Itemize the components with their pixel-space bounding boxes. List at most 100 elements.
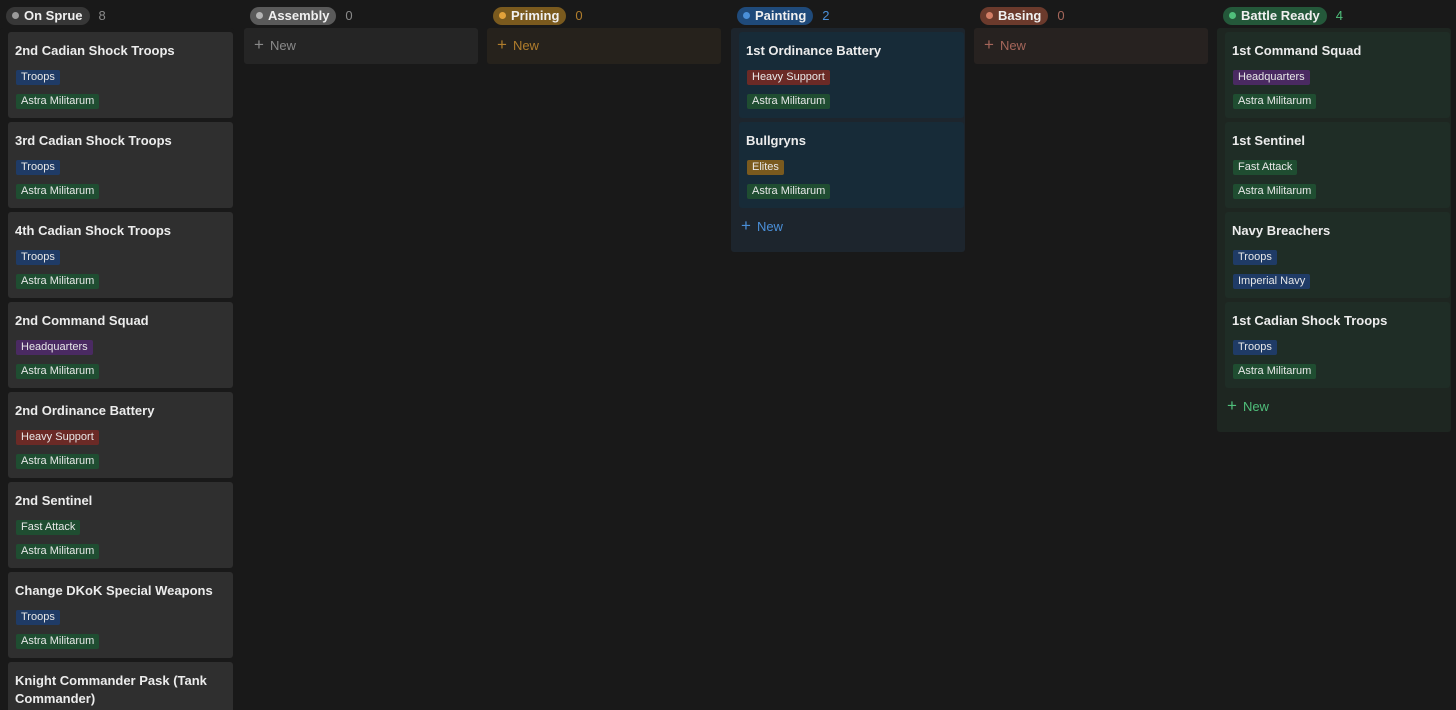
- card[interactable]: 4th Cadian Shock Troops Troops Astra Milit…: [8, 212, 233, 298]
- card-title: 3rd Cadian Shock Troops: [15, 133, 172, 148]
- tag: Troops: [16, 70, 60, 85]
- new-card-button[interactable]: + New: [254, 35, 296, 55]
- column-assembly: Assembly 0 + New: [244, 0, 480, 64]
- dot-icon: [256, 12, 263, 19]
- dot-icon: [499, 12, 506, 19]
- card[interactable]: 2nd Ordinance Battery Heavy Support Astra …: [8, 392, 233, 478]
- column-count: 0: [575, 8, 583, 23]
- new-card-label: New: [269, 37, 296, 53]
- column-count: 0: [1057, 8, 1065, 23]
- tag: Astra Militarum: [16, 454, 100, 469]
- status-pill-on-sprue[interactable]: On Sprue: [6, 6, 90, 25]
- status-pill-painting[interactable]: Painting: [737, 6, 814, 25]
- status-pill-basing[interactable]: Basing: [980, 6, 1049, 25]
- column-battle-ready: Battle Ready 4 1st Command Squad Headquarte…: [1217, 0, 1453, 432]
- plus-icon: +: [984, 35, 994, 54]
- card[interactable]: Change DKoK Special Weapons Troops Astra M…: [8, 572, 233, 658]
- new-card-label: New: [999, 37, 1026, 53]
- tag: Heavy Support: [747, 70, 830, 85]
- new-card-button[interactable]: + New: [1227, 396, 1269, 416]
- column-priming: Priming 0 + New: [487, 0, 723, 64]
- tag: Astra Militarum: [16, 364, 100, 379]
- tag: Astra Militarum: [16, 634, 100, 649]
- plus-icon: +: [1227, 396, 1237, 415]
- tag: Astra Militarum: [747, 184, 831, 199]
- tag: Fast Attack: [1233, 160, 1298, 175]
- dot-icon: [986, 12, 993, 19]
- status-label: Basing: [998, 8, 1042, 23]
- tag: Imperial Navy: [1233, 274, 1311, 289]
- card-title: Change DKoK Special Weapons: [15, 583, 213, 598]
- tag: Headquarters: [1233, 70, 1310, 85]
- kanban-board: On Sprue 8 2nd Cadian Shock Troops Troops As…: [0, 0, 1456, 710]
- card[interactable]: Knight Commander Pask (Tank Commander): [8, 662, 233, 710]
- card[interactable]: 1st Sentinel Fast Attack Astra Militarum: [1225, 122, 1450, 208]
- new-card-label: New: [756, 218, 783, 234]
- status-pill-assembly[interactable]: Assembly: [250, 6, 337, 25]
- tag: Astra Militarum: [1233, 364, 1317, 379]
- card-title: 1st Ordinance Battery: [746, 43, 882, 58]
- tag: Heavy Support: [16, 430, 99, 445]
- plus-icon: +: [741, 216, 751, 235]
- tag: Elites: [747, 160, 784, 175]
- card-title: 1st Cadian Shock Troops: [1232, 313, 1388, 328]
- tag: Astra Militarum: [16, 544, 100, 559]
- status-label: Painting: [755, 8, 807, 23]
- card-title: Navy Breachers: [1232, 223, 1331, 238]
- new-card-button[interactable]: + New: [741, 216, 783, 236]
- card[interactable]: 2nd Cadian Shock Troops Troops Astra Milit…: [8, 32, 233, 118]
- dot-icon: [1229, 12, 1236, 19]
- status-pill-priming[interactable]: Priming: [493, 6, 567, 25]
- column-on-sprue: On Sprue 8 2nd Cadian Shock Troops Troops As…: [0, 0, 236, 710]
- column-header: Assembly 0: [244, 0, 480, 31]
- column-painting: Painting 2 1st Ordinance Battery Heavy Supp…: [731, 0, 967, 252]
- tag: Astra Militarum: [16, 94, 100, 109]
- card-title: Bullgryns: [746, 133, 806, 148]
- plus-icon: +: [254, 35, 264, 54]
- tag: Troops: [16, 610, 60, 625]
- tag: Troops: [1233, 340, 1277, 355]
- tag: Astra Militarum: [1233, 184, 1317, 199]
- card[interactable]: 1st Ordinance Battery Heavy Support Astra …: [739, 32, 964, 118]
- column-basing: Basing 0 + New: [974, 0, 1210, 64]
- card[interactable]: Navy Breachers Troops Imperial Navy: [1225, 212, 1450, 298]
- tag: Troops: [1233, 250, 1277, 265]
- card[interactable]: 3rd Cadian Shock Troops Troops Astra Milit…: [8, 122, 233, 208]
- card[interactable]: 1st Cadian Shock Troops Troops Astra Milit…: [1225, 302, 1450, 388]
- plus-icon: +: [497, 35, 507, 54]
- status-label: Priming: [511, 8, 560, 23]
- dot-icon: [12, 12, 19, 19]
- column-header: Priming 0: [487, 0, 723, 31]
- tag: Astra Militarum: [747, 94, 831, 109]
- column-header: Basing 0: [974, 0, 1210, 31]
- new-card-button[interactable]: + New: [497, 35, 539, 55]
- column-header: Painting 2: [731, 0, 967, 31]
- tag: Headquarters: [16, 340, 93, 355]
- new-card-button[interactable]: + New: [984, 35, 1026, 55]
- column-count: 0: [345, 8, 353, 23]
- card[interactable]: 2nd Command Squad Headquarters Astra Milit…: [8, 302, 233, 388]
- tag: Astra Militarum: [16, 274, 100, 289]
- card[interactable]: 2nd Sentinel Fast Attack Astra Militarum: [8, 482, 233, 568]
- card-title: Knight Commander Pask (Tank Commander): [15, 673, 207, 706]
- column-count: 8: [98, 8, 106, 23]
- tag: Troops: [16, 250, 60, 265]
- tag: Fast Attack: [16, 520, 81, 535]
- card[interactable]: 1st Command Squad Headquarters Astra Milit…: [1225, 32, 1450, 118]
- status-label: Battle Ready: [1241, 8, 1320, 23]
- card[interactable]: Bullgryns Elites Astra Militarum: [739, 122, 964, 208]
- tag: Astra Militarum: [16, 184, 100, 199]
- column-count: 2: [822, 8, 830, 23]
- card-title: 4th Cadian Shock Troops: [15, 223, 172, 238]
- card-title: 1st Sentinel: [1232, 133, 1305, 148]
- status-label: Assembly: [268, 8, 330, 23]
- card-title: 2nd Cadian Shock Troops: [15, 43, 175, 58]
- status-pill-battle-ready[interactable]: Battle Ready: [1223, 6, 1327, 25]
- column-count: 4: [1335, 8, 1343, 23]
- tag: Astra Militarum: [1233, 94, 1317, 109]
- card-title: 2nd Sentinel: [15, 493, 93, 508]
- card-title: 2nd Ordinance Battery: [15, 403, 155, 418]
- column-header: Battle Ready 4: [1217, 0, 1453, 31]
- card-title: 1st Command Squad: [1232, 43, 1362, 58]
- column-header: On Sprue 8: [0, 0, 236, 31]
